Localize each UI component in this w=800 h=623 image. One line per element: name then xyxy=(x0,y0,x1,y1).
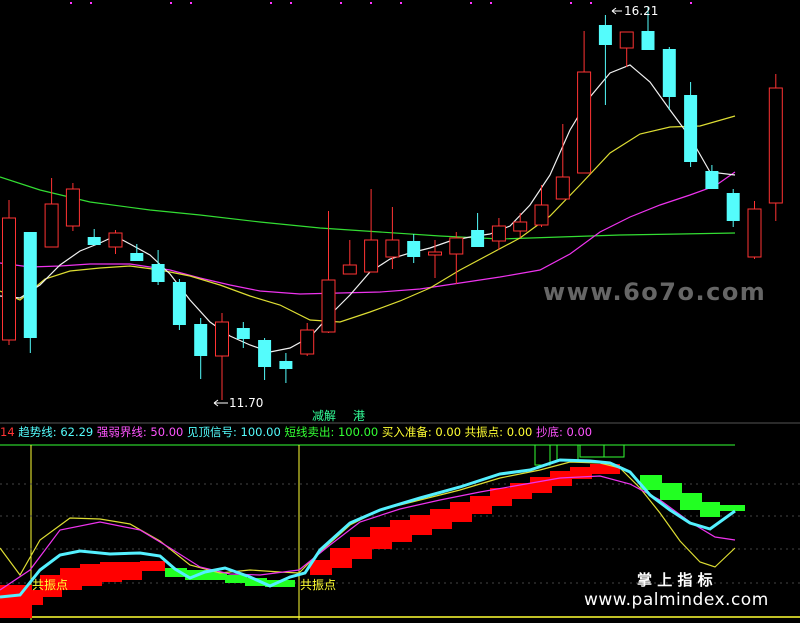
red-step-bar xyxy=(390,520,412,542)
red-step-bar xyxy=(350,537,372,559)
candle-body xyxy=(641,31,655,50)
red-step-bar xyxy=(370,527,392,549)
candle-body xyxy=(258,340,272,367)
candle-body xyxy=(407,241,421,257)
indicator-legend: 14 趋势线: 62.29 强弱界线: 50.00 见顶信号: 100.00 短… xyxy=(0,425,592,439)
candle-body xyxy=(65,188,80,227)
red-step-bar xyxy=(0,585,32,618)
candle-body xyxy=(555,176,570,200)
candle-body xyxy=(747,208,762,258)
brand-watermark-url: www.palmindex.com xyxy=(584,590,769,610)
red-step-bar xyxy=(330,548,352,568)
legend-item: 强弱界线: 50.00 xyxy=(93,425,183,439)
candle-body xyxy=(705,171,719,189)
tag-port: 港 xyxy=(353,409,365,423)
legend-item: 14 xyxy=(0,425,15,439)
stock-chart: 16.21 11.70 www.6o7o.com 减解 港 14 趋势线: 62… xyxy=(0,0,800,623)
legend-item: 抄底: 0.00 xyxy=(532,425,592,439)
candle xyxy=(747,201,762,259)
candle-body xyxy=(194,324,208,356)
candle-body xyxy=(151,264,165,282)
candle xyxy=(768,74,783,221)
candle-body xyxy=(768,87,783,204)
candle-body xyxy=(471,230,485,247)
red-step-bar xyxy=(100,562,122,582)
candle xyxy=(172,279,186,330)
green-step-bar xyxy=(680,493,702,510)
candle-body xyxy=(342,264,357,275)
price-watermark: www.6o7o.com xyxy=(543,278,766,306)
candle-body xyxy=(2,217,16,341)
green-step-bar xyxy=(720,505,745,511)
legend-item: 短线卖出: 100.00 xyxy=(281,425,378,439)
red-step-bar xyxy=(430,509,452,529)
red-step-bar xyxy=(490,488,512,506)
red-step-bar xyxy=(140,561,165,571)
legend-item: 趋势线: 62.29 xyxy=(15,425,94,439)
candle xyxy=(2,200,16,345)
candle-body xyxy=(491,225,506,242)
red-step-bar xyxy=(80,564,102,586)
candle-body xyxy=(662,49,676,97)
candle-body xyxy=(513,221,528,232)
candle-body xyxy=(726,193,740,221)
tag-reduce: 减解 xyxy=(312,409,336,423)
candle-body xyxy=(130,253,144,261)
red-step-bar xyxy=(470,496,492,514)
candle-body xyxy=(364,239,379,273)
candle-body xyxy=(23,232,37,338)
candle-body xyxy=(236,328,250,339)
resonance-marker-1: 共振点 xyxy=(32,578,68,592)
candle-body xyxy=(619,31,634,49)
candle-body xyxy=(598,25,612,45)
high-label: 16.21 xyxy=(624,4,658,18)
candle-body xyxy=(684,95,698,162)
legend-item: 共振点: 0.00 xyxy=(461,425,532,439)
candle-body xyxy=(577,71,592,174)
candle-body xyxy=(279,361,293,369)
legend-item: 买入准备: 0.00 xyxy=(378,425,461,439)
candle-body xyxy=(44,203,59,248)
red-step-bar xyxy=(120,562,142,580)
candle xyxy=(23,232,37,353)
red-step-bar xyxy=(410,515,432,535)
candle-body xyxy=(385,239,400,258)
candle-body xyxy=(172,282,186,325)
legend-item: 见顶信号: 100.00 xyxy=(183,425,280,439)
candle xyxy=(65,183,80,231)
candle-body xyxy=(534,204,549,226)
candle-body xyxy=(108,232,123,248)
candle-body xyxy=(321,279,336,333)
red-step-bar xyxy=(450,502,472,522)
candle-body xyxy=(300,329,315,355)
candle-body xyxy=(215,321,229,357)
green-step-bar xyxy=(700,502,720,517)
candle-body xyxy=(428,251,442,256)
low-label: 11.70 xyxy=(229,396,263,410)
candle-body xyxy=(87,237,101,245)
resonance-marker-2: 共振点 xyxy=(300,578,336,592)
green-step-bar xyxy=(660,483,682,500)
candle-body xyxy=(449,237,464,255)
brand-watermark-title: 掌 上 指 标 xyxy=(637,571,713,589)
